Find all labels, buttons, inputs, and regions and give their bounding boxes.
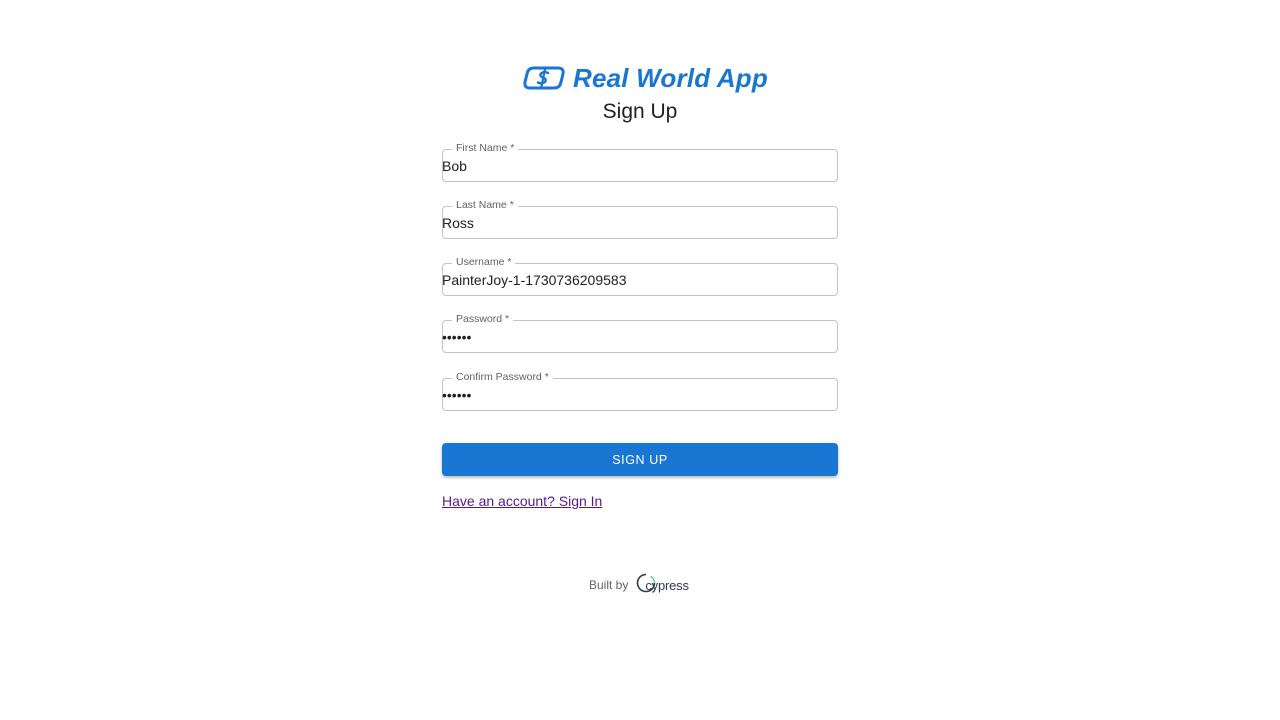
last-name-field[interactable]: Last Name * [442,198,838,239]
username-field[interactable]: Username * [442,255,838,296]
cypress-logo-link[interactable]: cypress [636,573,689,598]
signup-button[interactable]: SIGN UP [442,443,838,476]
confirm-password-input[interactable] [442,378,838,411]
last-name-input[interactable] [442,206,838,239]
first-name-input[interactable] [442,149,838,182]
password-input[interactable] [442,320,838,353]
brand-name: Real World App [573,62,768,93]
confirm-password-field[interactable]: Confirm Password * [442,370,838,411]
password-field[interactable]: Password * [442,312,838,353]
brand-logo: Real World App [522,62,768,94]
built-by-label: Built by [589,578,629,592]
cypress-wordmark: cypress [645,577,689,593]
username-input[interactable] [442,263,838,296]
first-name-field[interactable]: First Name * [442,141,838,182]
signin-link[interactable]: Have an account? Sign In [442,493,602,509]
page-title: Sign Up [602,100,678,123]
dollar-link-icon [522,65,566,91]
footer: Built by cypress [589,573,689,598]
signup-page: Real World App Sign Up First Name * Last… [0,0,1280,720]
